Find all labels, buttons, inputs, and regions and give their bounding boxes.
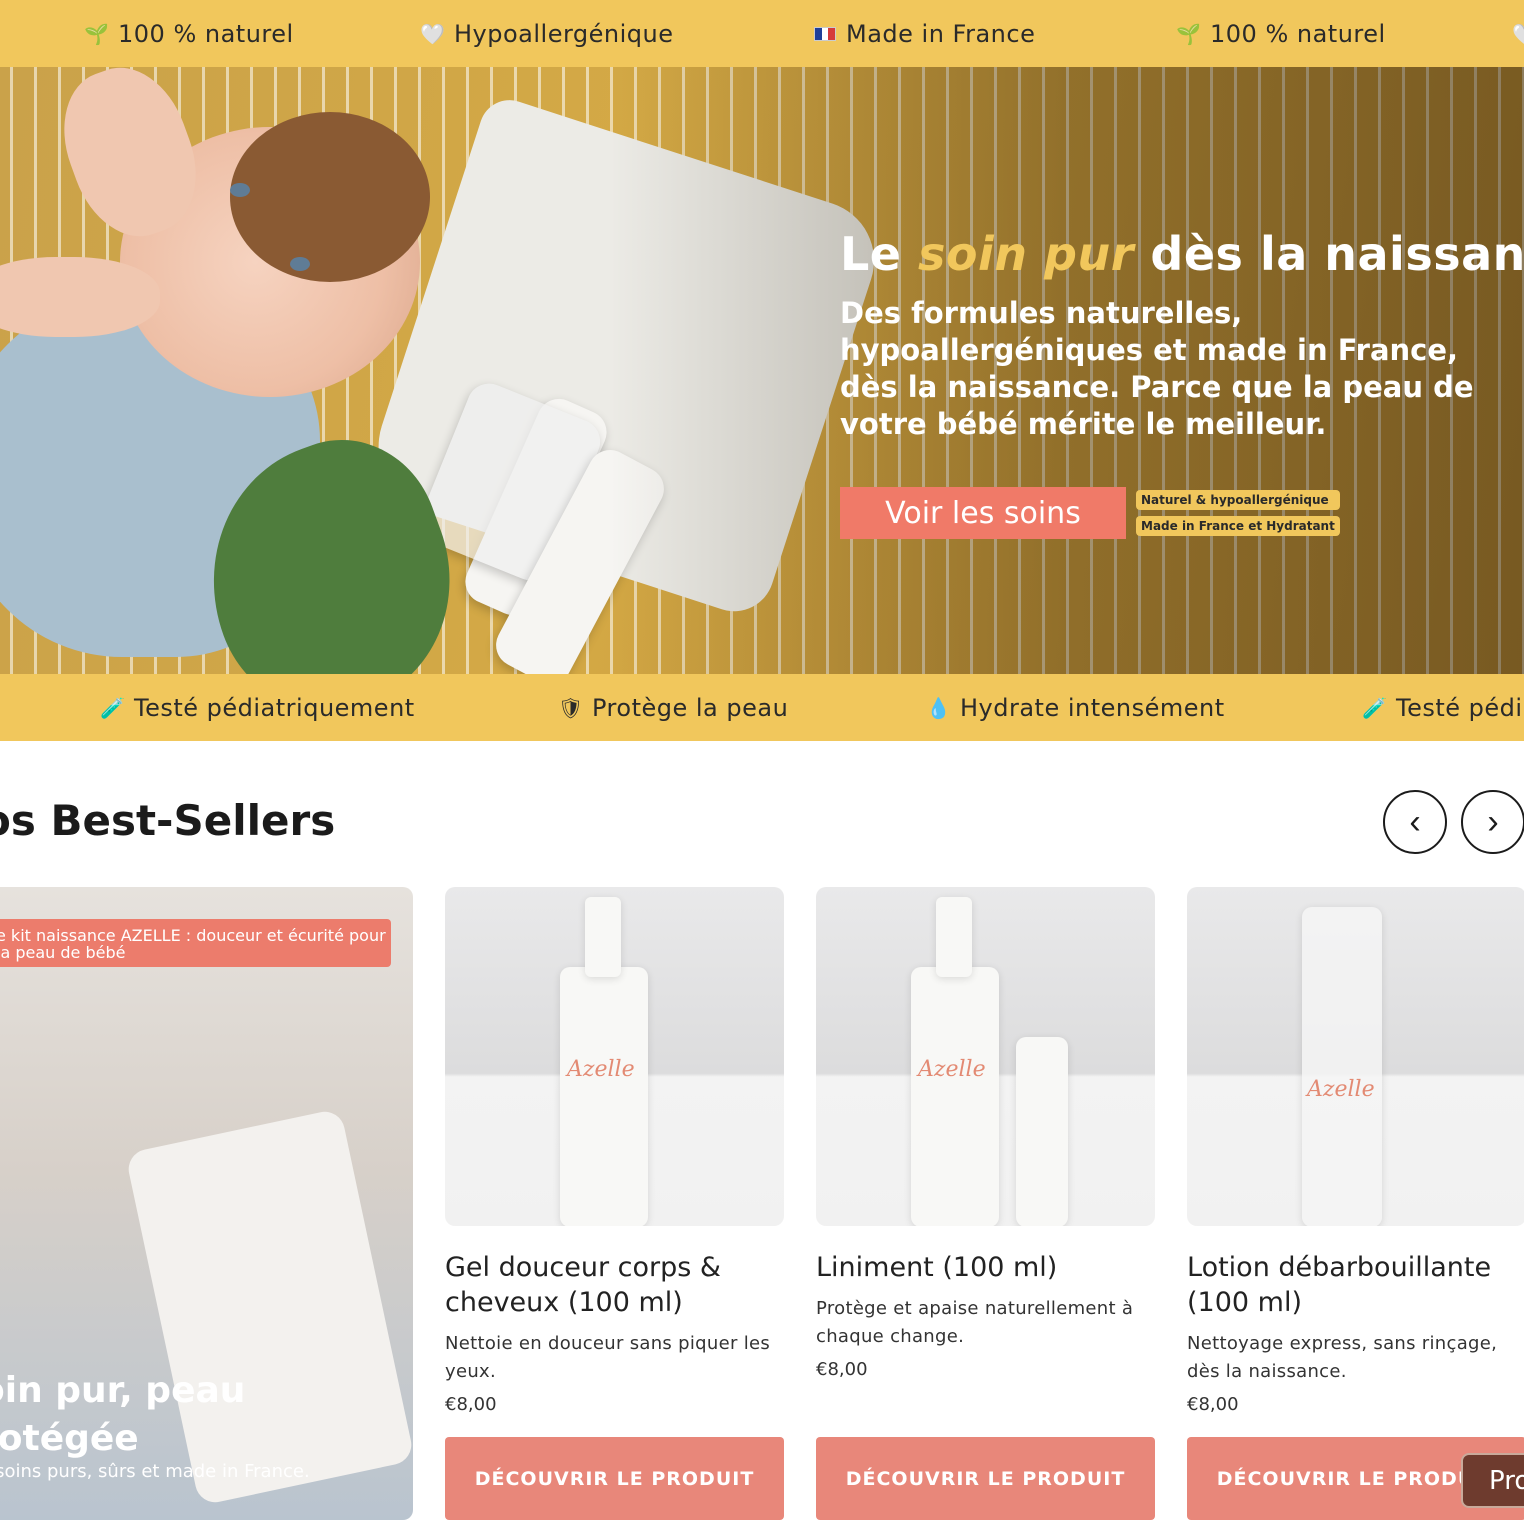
hero-chips: Naturel & hypoallergénique Made in Franc… — [1136, 490, 1340, 536]
voir-les-soins-button[interactable]: Voir les soins — [840, 487, 1126, 539]
hero-title-prefix: Le — [840, 227, 919, 281]
hero-cta-row: Voir les soins Naturel & hypoallergéniqu… — [840, 487, 1520, 539]
discover-product-button[interactable]: DÉCOUVRIR LE PRODUIT — [445, 1437, 784, 1520]
floating-promo-button[interactable]: Pro — [1461, 1453, 1524, 1508]
discover-product-button[interactable]: DÉCOUVRIR LE PRODUIT — [816, 1437, 1155, 1520]
product-image[interactable]: Azelle — [816, 887, 1155, 1226]
marquee-label: Hypoallergénique — [454, 19, 674, 48]
carousel-next-button[interactable]: › — [1461, 790, 1524, 854]
droplet-icon: 💧 — [926, 695, 952, 720]
top-marquee: 🌱 100 % naturel 🤍 Hypoallergénique Made … — [0, 0, 1524, 67]
product-card[interactable]: Azelle Liniment (100 ml) Protège et apai… — [816, 887, 1155, 1380]
chevron-left-icon: ‹ — [1409, 803, 1421, 841]
promo-subtitle: s soins purs, sûrs et made in France. — [0, 1461, 310, 1482]
product-price: €8,00 — [1187, 1394, 1239, 1415]
pump-shape — [936, 897, 972, 977]
hero-title-accent: soin pur — [918, 227, 1134, 281]
heart-icon: 🤍 — [1512, 22, 1524, 46]
product-description: Protège et apaise naturellement à chaque… — [816, 1298, 1134, 1347]
marquee-item: 🌱 100 % naturel — [84, 0, 294, 67]
product-description: Nettoie en douceur sans piquer les yeux. — [445, 1333, 771, 1382]
product-name[interactable]: Gel douceur corps & cheveux (100 ml) — [445, 1250, 784, 1320]
shield-icon: 🛡 — [558, 695, 584, 720]
bottom-marquee: 🧪 Testé pédiatriquement 🛡 Protège la pea… — [0, 674, 1524, 741]
product-price: €8,00 — [445, 1394, 497, 1415]
hero-chip: Made in France et Hydratant — [1136, 516, 1340, 536]
product-name[interactable]: Liniment (100 ml) — [816, 1250, 1155, 1285]
marquee-label: Hydrate intensément — [960, 693, 1225, 722]
promo-card[interactable]: e kit naissance AZELLE : douceur et écur… — [0, 887, 413, 1520]
marquee-label: Protège la peau — [592, 693, 789, 722]
marquee-item: 🛡 Protège la peau — [558, 674, 788, 741]
marquee-item: 🌱 100 % naturel — [1176, 0, 1386, 67]
france-flag-icon — [814, 26, 836, 41]
heart-icon: 🤍 — [420, 21, 446, 46]
bottle-shape — [1302, 907, 1382, 1226]
product-card[interactable]: Azelle Gel douceur corps & cheveux (100 … — [445, 887, 784, 1415]
sprout-icon: 🌱 — [1176, 21, 1202, 46]
chevron-right-icon: › — [1487, 803, 1499, 841]
marquee-label: 100 % naturel — [118, 19, 294, 48]
marquee-item: 🧪 Testé pédiatriquement — [100, 674, 415, 741]
promo-label: e kit naissance AZELLE : douceur et écur… — [0, 919, 391, 967]
marquee-item: 🧪 Testé pédi — [1362, 674, 1523, 741]
carousel-prev-button[interactable]: ‹ — [1383, 790, 1447, 854]
marquee-item: 💧 Hydrate intensément — [926, 674, 1225, 741]
marquee-item: Made in France — [814, 0, 1035, 67]
brand-logo: Azelle — [567, 1057, 635, 1082]
hero-subtitle: Des formules naturelles, hypoallergéniqu… — [840, 296, 1474, 441]
bottle-shape — [560, 967, 648, 1226]
sprout-icon: 🌱 — [84, 21, 110, 46]
brand-logo: Azelle — [1307, 1077, 1375, 1102]
test-tube-icon: 🧪 — [1362, 695, 1388, 720]
marquee-label: Testé pédiatriquement — [134, 693, 415, 722]
bottle-shape — [911, 967, 999, 1226]
hero-banner: Le soin pur dès la naissance Des formule… — [0, 67, 1524, 674]
brand-logo: Azelle — [918, 1057, 986, 1082]
marquee-item: 🤍 — [1512, 0, 1524, 67]
marquee-label: Testé pédi — [1396, 693, 1523, 722]
pump-shape — [585, 897, 621, 977]
bottle-shape — [1016, 1037, 1068, 1226]
marquee-item: 🤍 Hypoallergénique — [420, 0, 674, 67]
product-image[interactable]: Azelle — [445, 887, 784, 1226]
promo-title: oin pur, peau rotégée — [0, 1370, 246, 1459]
product-name[interactable]: Lotion débarbouillante (100 ml) — [1187, 1250, 1524, 1320]
test-tube-icon: 🧪 — [100, 695, 126, 720]
hero-content: Le soin pur dès la naissance Des formule… — [840, 227, 1524, 539]
product-description: Nettoyage express, sans rinçage, dès la … — [1187, 1333, 1498, 1382]
hero-title: Le soin pur dès la naissance — [840, 227, 1524, 281]
marquee-label: Made in France — [846, 19, 1036, 48]
hero-chip: Naturel & hypoallergénique — [1136, 490, 1340, 510]
product-price: €8,00 — [816, 1359, 868, 1380]
marquee-label: 100 % naturel — [1210, 19, 1386, 48]
hero-title-suffix: dès la naissance — [1150, 227, 1524, 281]
bestsellers-title: os Best-Sellers — [0, 796, 336, 845]
product-image[interactable]: Azelle — [1187, 887, 1524, 1226]
product-card[interactable]: Azelle Lotion débarbouillante (100 ml) N… — [1187, 887, 1524, 1415]
